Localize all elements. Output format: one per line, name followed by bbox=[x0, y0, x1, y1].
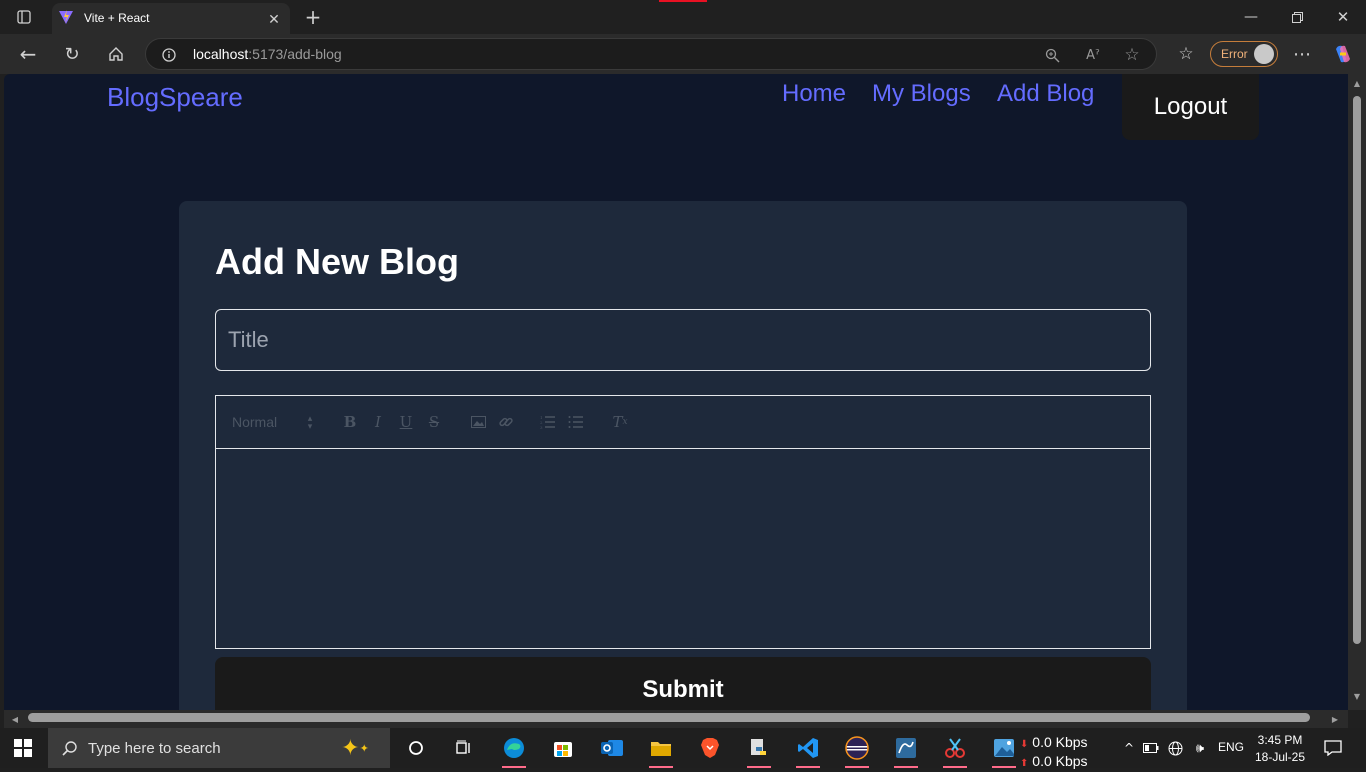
url-path: :5173/add-blog bbox=[248, 46, 342, 62]
add-blog-form-card: Add New Blog Normal ▴▾ B I U S 123 Tx Su… bbox=[179, 201, 1187, 710]
clock-time: 3:45 PM bbox=[1257, 733, 1303, 747]
outlook-icon[interactable] bbox=[594, 732, 630, 764]
horizontal-scroll-thumb[interactable] bbox=[28, 713, 1310, 722]
restore-icon[interactable] bbox=[1286, 6, 1308, 28]
browser-toolbar: ← ↻ localhost:5173/add-blog Aˀ ☆ ☆ Error… bbox=[0, 34, 1366, 74]
windows-start-icon[interactable] bbox=[12, 738, 34, 758]
network-download-speed: 0.0 Kbps bbox=[1032, 734, 1088, 750]
favorite-star-icon[interactable]: ☆ bbox=[1122, 45, 1142, 65]
windows-taskbar: Type here to search ✦✦ ⬇ 0.0 Kbps ⬆ 0.0 bbox=[0, 728, 1366, 769]
editor-toolbar: Normal ▴ ▾ B I U S 123 Tx bbox=[215, 395, 1151, 449]
minimize-icon[interactable]: — bbox=[1240, 6, 1262, 28]
scroll-left-icon[interactable]: ◀ bbox=[10, 713, 20, 725]
ordered-list-icon[interactable]: 123 bbox=[536, 410, 560, 434]
underline-icon[interactable]: U bbox=[394, 410, 418, 434]
copilot-icon[interactable] bbox=[1330, 42, 1356, 66]
close-tab-icon[interactable]: ✕ bbox=[264, 10, 284, 30]
clear-formatting-icon[interactable]: Tx bbox=[608, 410, 632, 434]
vscode-icon[interactable] bbox=[790, 732, 826, 768]
search-placeholder: Type here to search bbox=[88, 740, 221, 757]
sidebar-toggle-icon[interactable] bbox=[12, 8, 36, 26]
scroll-up-icon[interactable]: ▲ bbox=[1353, 78, 1361, 88]
url-text: localhost:5173/add-blog bbox=[193, 46, 342, 62]
logout-button[interactable]: Logout bbox=[1122, 74, 1259, 140]
download-arrow-icon: ⬇ bbox=[1020, 739, 1029, 750]
mysql-workbench-icon[interactable] bbox=[888, 732, 924, 768]
taskbar-search-box[interactable]: Type here to search ✦ ✦ bbox=[48, 728, 390, 768]
address-bar[interactable]: localhost:5173/add-blog Aˀ ☆ bbox=[145, 38, 1157, 70]
network-globe-icon[interactable] bbox=[1166, 740, 1184, 756]
favorites-icon[interactable]: ☆ bbox=[1174, 42, 1198, 66]
strike-icon[interactable]: S bbox=[422, 410, 446, 434]
bold-icon[interactable]: B bbox=[338, 410, 362, 434]
vite-logo-icon bbox=[58, 9, 74, 25]
zoom-icon[interactable] bbox=[1042, 45, 1062, 65]
vertical-scrollbar[interactable]: ▲ ▼ bbox=[1348, 74, 1366, 710]
upload-arrow-icon: ⬆ bbox=[1020, 758, 1029, 769]
scroll-down-icon[interactable]: ▼ bbox=[1353, 691, 1361, 701]
search-highlight-icon: ✦ ✦ bbox=[341, 735, 369, 761]
nav-link-add-blog[interactable]: Add Blog bbox=[997, 80, 1094, 108]
photos-icon[interactable] bbox=[986, 732, 1022, 768]
clock-date: 18-Jul-25 bbox=[1254, 750, 1306, 764]
battery-icon[interactable] bbox=[1142, 740, 1160, 756]
eclipse-icon[interactable] bbox=[839, 732, 875, 768]
page-viewport: BlogSpeare Home My Blogs Add Blog Logout… bbox=[4, 74, 1348, 710]
refresh-icon[interactable]: ↻ bbox=[60, 42, 84, 66]
horizontal-scrollbar[interactable]: ◀ ▶ bbox=[4, 710, 1348, 728]
url-host: localhost bbox=[193, 46, 249, 62]
profile-button[interactable]: Error bbox=[1210, 41, 1278, 67]
heading-format-select[interactable]: Normal bbox=[232, 414, 277, 430]
browser-tab[interactable]: Vite + React ✕ bbox=[52, 3, 290, 34]
read-aloud-icon[interactable]: Aˀ bbox=[1082, 45, 1104, 65]
task-view-icon[interactable] bbox=[446, 732, 482, 764]
home-icon[interactable] bbox=[104, 42, 128, 66]
title-input[interactable] bbox=[215, 309, 1151, 371]
python-icon[interactable] bbox=[741, 732, 777, 768]
blog-content-editor[interactable] bbox=[215, 448, 1151, 649]
link-icon[interactable] bbox=[494, 410, 518, 434]
vertical-scroll-thumb[interactable] bbox=[1353, 96, 1361, 644]
volume-icon[interactable]: 🕪 bbox=[1190, 740, 1210, 756]
network-upload-speed: 0.0 Kbps bbox=[1032, 753, 1088, 769]
network-download-row: ⬇ 0.0 Kbps bbox=[1020, 734, 1088, 753]
new-tab-icon[interactable]: + bbox=[302, 5, 324, 29]
search-icon bbox=[60, 738, 80, 758]
nav-link-my-blogs[interactable]: My Blogs bbox=[872, 80, 971, 108]
submit-button[interactable]: Submit bbox=[215, 657, 1151, 710]
select-arrows-icon: ▴ ▾ bbox=[307, 414, 313, 432]
nav-link-home[interactable]: Home bbox=[782, 80, 846, 108]
brave-icon[interactable] bbox=[692, 732, 728, 764]
notifications-icon[interactable] bbox=[1322, 738, 1344, 758]
bullet-list-icon[interactable] bbox=[564, 410, 588, 434]
profile-status-label: Error bbox=[1221, 47, 1248, 61]
avatar bbox=[1254, 44, 1274, 64]
cortana-icon[interactable] bbox=[398, 732, 434, 764]
site-info-icon[interactable] bbox=[160, 46, 178, 64]
page-title: Add New Blog bbox=[215, 241, 459, 282]
language-indicator[interactable]: ENG bbox=[1218, 740, 1244, 754]
edge-taskbar-icon[interactable] bbox=[496, 732, 532, 768]
file-explorer-icon[interactable] bbox=[643, 732, 679, 768]
browser-tab-strip: Vite + React ✕ + — ✕ bbox=[0, 0, 1366, 34]
network-speed-widget[interactable]: ⬇ 0.0 Kbps ⬆ 0.0 Kbps bbox=[1020, 734, 1088, 772]
close-window-icon[interactable]: ✕ bbox=[1332, 6, 1354, 28]
chevron-up-icon[interactable]: ^ bbox=[1122, 740, 1136, 756]
image-icon[interactable] bbox=[466, 410, 490, 434]
system-clock[interactable]: 3:45 PM 18-Jul-25 bbox=[1254, 732, 1306, 766]
recording-indicator bbox=[659, 0, 707, 2]
snipping-tool-icon[interactable] bbox=[937, 732, 973, 768]
svg-text:3: 3 bbox=[540, 425, 543, 429]
more-options-icon[interactable]: ⋯ bbox=[1290, 42, 1314, 66]
network-upload-row: ⬆ 0.0 Kbps bbox=[1020, 753, 1088, 772]
back-icon[interactable]: ← bbox=[16, 42, 40, 66]
microsoft-store-icon[interactable] bbox=[545, 732, 581, 764]
brand-logo-text[interactable]: BlogSpeare bbox=[107, 82, 243, 113]
tab-title: Vite + React bbox=[84, 11, 150, 25]
italic-icon[interactable]: I bbox=[366, 410, 390, 434]
scroll-right-icon[interactable]: ▶ bbox=[1330, 713, 1340, 725]
